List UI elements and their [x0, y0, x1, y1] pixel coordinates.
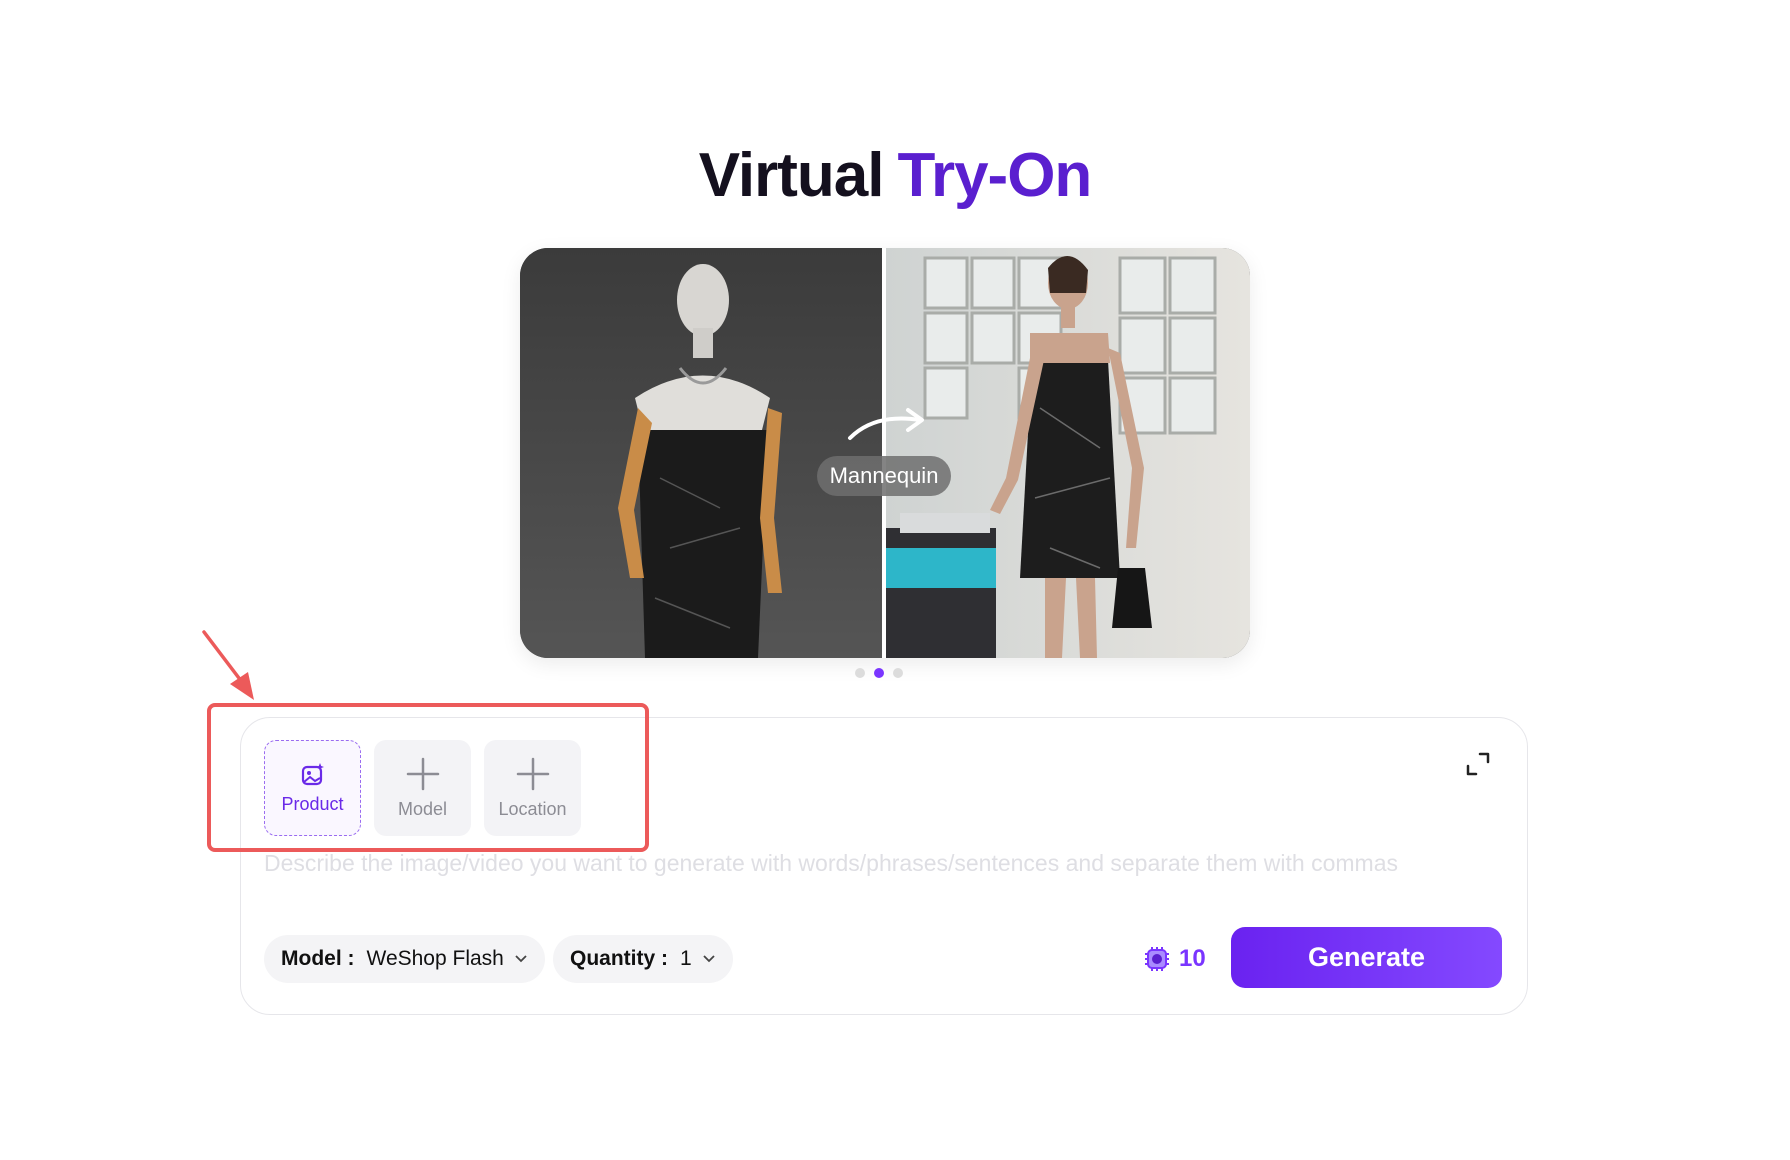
chevron-down-icon: [703, 955, 715, 963]
carousel-indicator: [855, 668, 903, 678]
plus-icon: [406, 757, 439, 790]
location-slot-label: Location: [498, 798, 567, 819]
title-part-1: Virtual: [698, 141, 885, 210]
hero-mannequin-label: Mannequin: [817, 456, 951, 496]
model-select[interactable]: Model : WeShop Flash: [264, 935, 545, 983]
plus-icon: [516, 757, 549, 790]
carousel-dot[interactable]: [893, 668, 903, 678]
page-title: Virtual Try-On: [0, 136, 1790, 216]
credits-cost: 10: [1143, 945, 1206, 973]
credits-value: 10: [1179, 945, 1206, 972]
expand-icon[interactable]: [1465, 751, 1491, 777]
hero-illustration: [520, 248, 1250, 658]
product-upload-slot[interactable]: Product: [264, 740, 361, 836]
model-slot-label: Model: [397, 798, 448, 819]
chip-credit-icon: [1145, 947, 1169, 971]
quantity-select-label: Quantity :: [570, 947, 668, 970]
title-part-2: Try-On: [897, 141, 1093, 210]
carousel-dot-active[interactable]: [874, 668, 884, 678]
annotation-arrow-icon: [202, 630, 254, 700]
location-upload-slot[interactable]: Location: [484, 740, 581, 836]
product-slot-label: Product: [281, 793, 344, 814]
model-select-label: Model :: [281, 947, 355, 970]
prompt-input[interactable]: Describe the image/video you want to gen…: [264, 850, 1504, 877]
chevron-down-icon: [515, 955, 527, 963]
hero-carousel-image: Mannequin: [520, 248, 1250, 658]
carousel-dot[interactable]: [855, 668, 865, 678]
generate-button[interactable]: Generate: [1231, 927, 1502, 988]
image-sparkle-icon: [301, 762, 324, 785]
quantity-select[interactable]: Quantity : 1: [553, 935, 733, 983]
model-select-value: WeShop Flash: [366, 947, 504, 970]
quantity-select-value: 1: [680, 947, 692, 970]
model-upload-slot[interactable]: Model: [374, 740, 471, 836]
